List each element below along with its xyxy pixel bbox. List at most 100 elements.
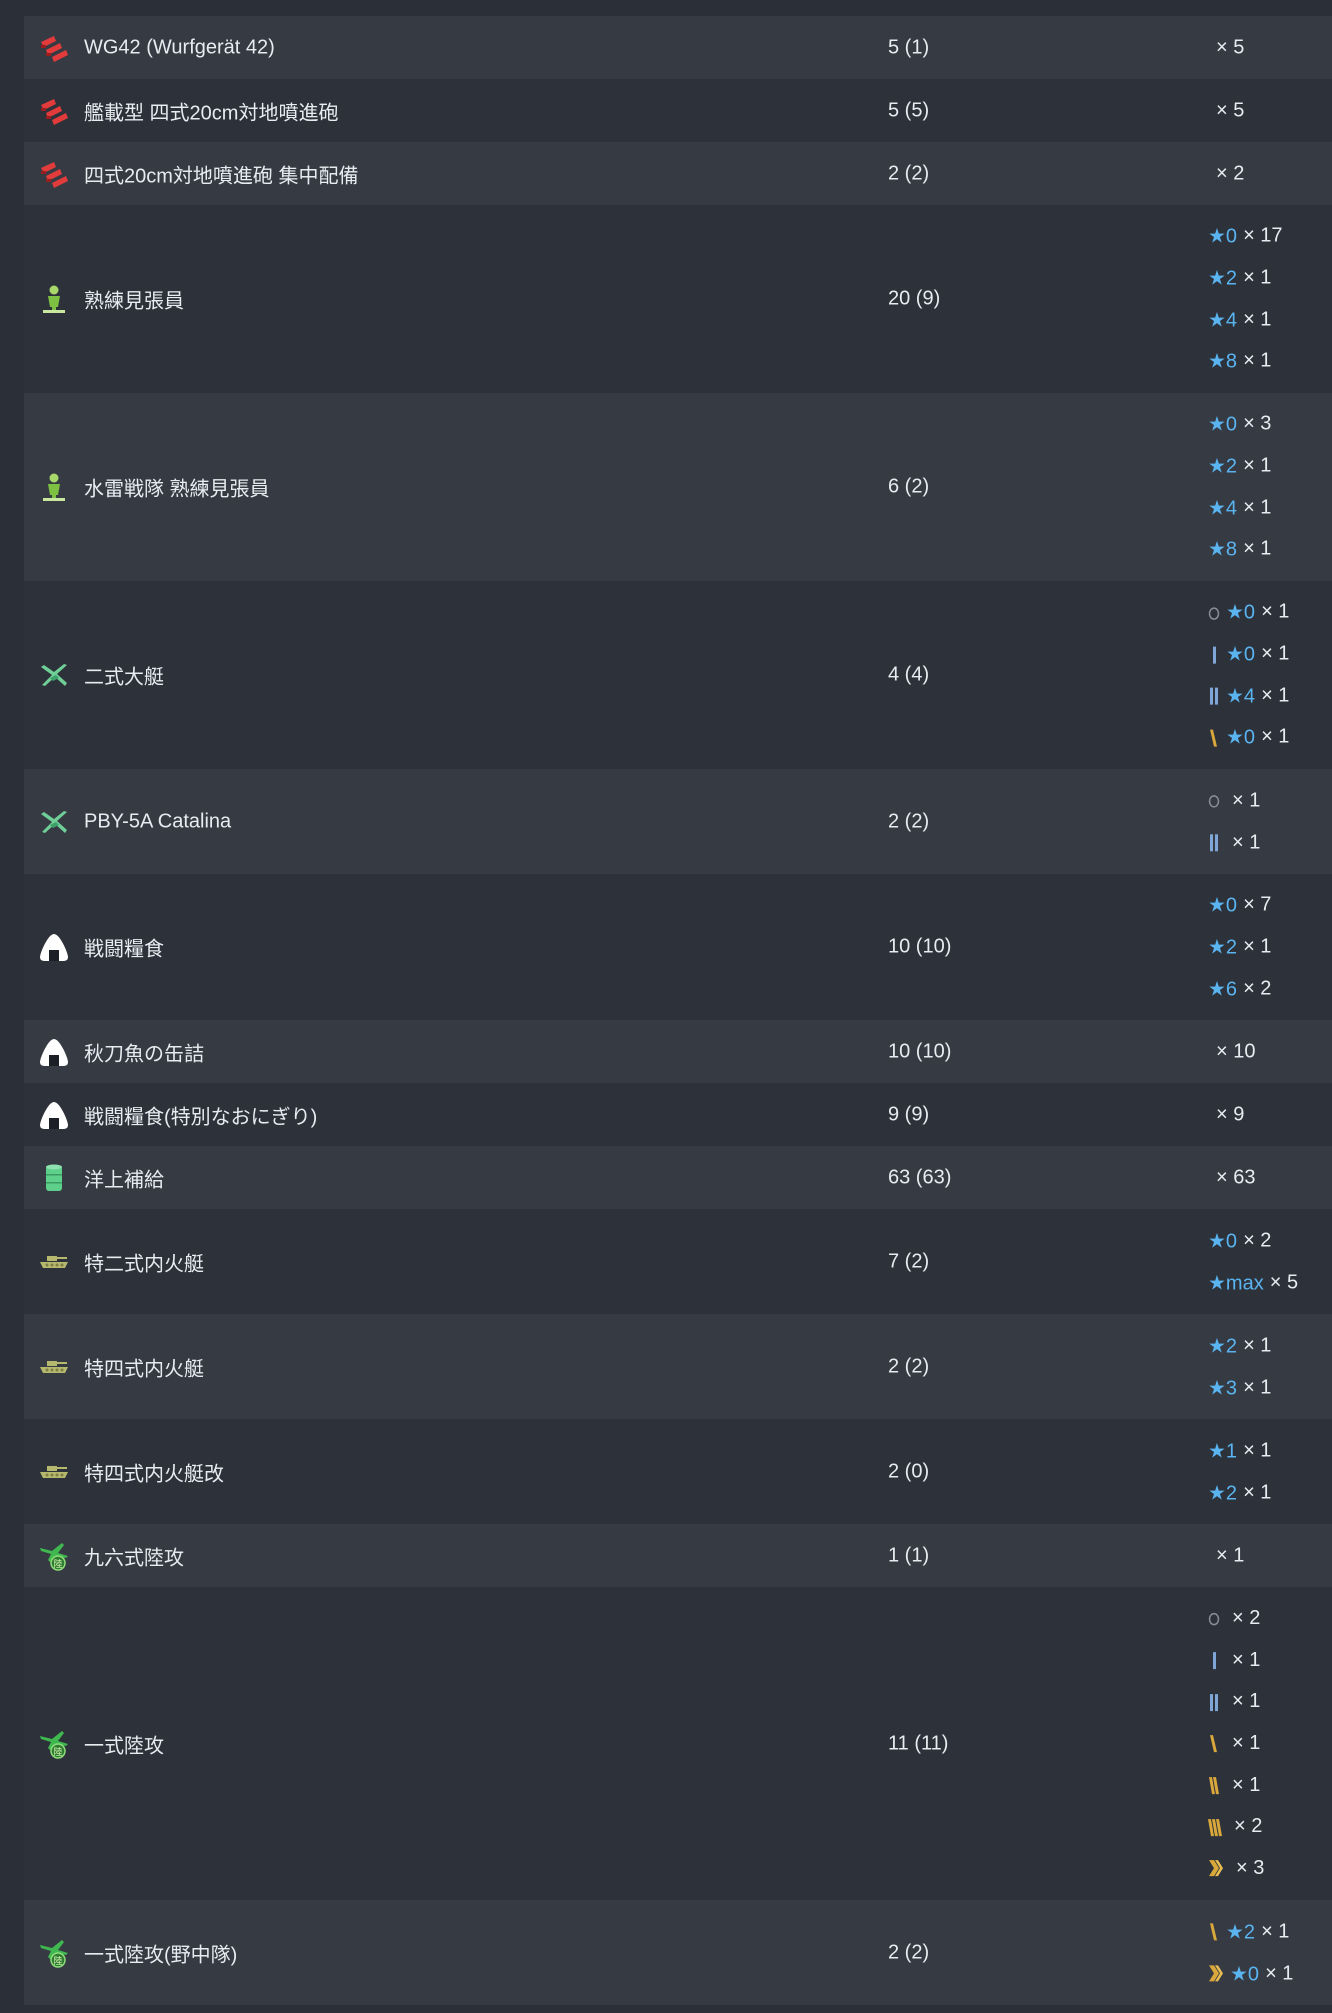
rocket-launcher-icon <box>38 32 70 64</box>
breakdown-line: × 2 <box>1208 1806 1264 1848</box>
table-row: 陸一式陸攻(野中隊) 2 (2) ★2 × 1 ★0 × 1 <box>24 1900 1332 2005</box>
improvement-star-label: ★2 <box>1208 1481 1238 1504</box>
equipment-count: 63 (63) <box>888 1166 952 1188</box>
prof-4-icon <box>1208 1922 1220 1942</box>
ration-icon <box>38 931 70 963</box>
improvement-star-label: ★2 <box>1208 455 1238 478</box>
breakdown-line: ★0 × 1 <box>1208 1953 1293 1995</box>
improvement-breakdown: ★0 × 7 ★2 × 1 ★6 × 2 <box>1208 884 1271 1009</box>
prof-4-icon <box>1208 728 1220 748</box>
equipment-name: 一式陸攻 <box>84 1735 164 1757</box>
rocket-launcher-icon <box>38 95 70 127</box>
quantity-multiplier: × 1 <box>1232 1648 1261 1671</box>
quantity-multiplier: × 1 <box>1243 1439 1272 1462</box>
breakdown-line: ★3 × 1 <box>1208 1367 1271 1409</box>
table-row: 洋上補給 63 (63) × 63 <box>24 1146 1332 1209</box>
prof-0-icon <box>1208 791 1220 811</box>
equipment-name: 戦闘糧食(特別なおにぎり) <box>84 1106 318 1128</box>
improvement-star-label: ★2 <box>1208 936 1238 959</box>
improvement-star-label: ★8 <box>1208 351 1238 374</box>
improvement-star-label: ★0 <box>1226 601 1256 624</box>
equipment-count: 7 (2) <box>888 1250 930 1272</box>
table-row: 陸 一式陸攻 11 (11) × 2 × 1 × 1 × 1 × 1 × 2 × 3 <box>24 1587 1332 1900</box>
breakdown-line: ★4 × 1 <box>1208 487 1271 529</box>
quantity-multiplier: × 2 <box>1243 1229 1272 1252</box>
equipment-name: 洋上補給 <box>84 1169 164 1191</box>
table-row: WG42 (Wurfgerät 42) 5 (1) × 5 <box>24 16 1332 79</box>
table-row: 戦闘糧食(特別なおにぎり) 9 (9) × 9 <box>24 1083 1332 1146</box>
quantity-multiplier: × 1 <box>1265 1961 1294 1984</box>
equipment-name: 二式大艇 <box>84 666 164 689</box>
equipment-count: 4 (4) <box>888 663 930 686</box>
quantity-multiplier: × 1 <box>1243 496 1272 519</box>
equipment-name: PBY-5A Catalina <box>84 810 232 832</box>
quantity-multiplier: × 1 <box>1261 642 1290 665</box>
equipment-count: 2 (0) <box>888 1460 930 1482</box>
quantity-multiplier: × 1 <box>1261 726 1290 749</box>
improvement-star-label: ★0 <box>1208 1230 1238 1253</box>
amphibious-tank-icon <box>38 1246 70 1278</box>
equipment-name: 一式陸攻(野中隊) <box>84 1944 238 1966</box>
svg-text:陸: 陸 <box>53 1746 62 1758</box>
equipment-count: 5 (5) <box>888 99 930 121</box>
breakdown-line: ★2 × 1 <box>1208 1472 1271 1514</box>
breakdown-line: ★0 × 1 <box>1208 717 1289 759</box>
improvement-star-label: ★0 <box>1226 727 1256 750</box>
prof-1-icon <box>1208 1650 1220 1670</box>
quantity-multiplier: × 2 <box>1243 977 1272 1000</box>
table-row: 特四式内火艇改 2 (0) ★1 × 1 ★2 × 1 <box>24 1419 1332 1524</box>
breakdown-line: ★0 × 1 <box>1208 592 1289 634</box>
amphibious-tank-icon <box>38 1456 70 1488</box>
quantity-multiplier: × 2 <box>1234 1815 1263 1838</box>
breakdown-line: ★8 × 1 <box>1208 341 1283 383</box>
prof-2-icon <box>1208 832 1220 852</box>
table-row: 特四式内火艇 2 (2) ★2 × 1 ★3 × 1 <box>24 1314 1332 1419</box>
quantity-multiplier: × 7 <box>1243 893 1272 916</box>
improvement-star-label: ★2 <box>1226 1921 1256 1944</box>
improvement-star-label: ★0 <box>1226 643 1256 666</box>
table-row: 二式大艇 4 (4) ★0 × 1 ★0 × 1 ★4 × 1 ★0 × 1 <box>24 581 1332 769</box>
breakdown-line: ★8 × 1 <box>1208 529 1271 571</box>
quantity-multiplier: × 1 <box>1232 1773 1261 1796</box>
prof-0-icon <box>1208 1608 1220 1628</box>
quantity-multiplier: × 1 <box>1243 454 1272 477</box>
equipment-count: 20 (9) <box>888 287 941 310</box>
equipment-count: 2 (2) <box>888 810 930 832</box>
equipment-name: 特二式内火艇 <box>84 1253 204 1275</box>
prof-2-icon <box>1208 1692 1220 1712</box>
rocket-launcher-icon <box>38 158 70 190</box>
quantity-multiplier: × 1 <box>1232 789 1261 812</box>
prof-6-icon <box>1208 1817 1222 1837</box>
breakdown-line: ★4 × 1 <box>1208 675 1289 717</box>
equipment-table: WG42 (Wurfgerät 42) 5 (1) × 5 艦載型 四式20cm対地噴… <box>24 16 1332 2005</box>
table-row: 陸 九六式陸攻 1 (1) × 1 <box>24 1524 1332 1587</box>
equipment-count: 10 (10) <box>888 1040 952 1062</box>
improvement-star-label: ★1 <box>1208 1440 1238 1463</box>
quantity-multiplier: × 5 <box>1216 99 1245 121</box>
equipment-count: 2 (2) <box>888 1355 930 1377</box>
improvement-breakdown: ★2 × 1 ★3 × 1 <box>1208 1325 1271 1408</box>
prof-0-icon <box>1208 602 1220 622</box>
quantity-multiplier: × 63 <box>1216 1166 1256 1188</box>
equipment-name: 戦闘糧食 <box>84 938 164 961</box>
breakdown-line: ★max × 5 <box>1208 1262 1298 1304</box>
quantity-multiplier: × 2 <box>1216 162 1245 184</box>
improvement-star-label: ★0 <box>1208 413 1238 436</box>
prof-1-icon <box>1208 644 1220 664</box>
equipment-name: WG42 (Wurfgerät 42) <box>84 36 275 58</box>
equipment-count: 2 (2) <box>888 1941 930 1963</box>
svg-text:陸: 陸 <box>53 1558 62 1570</box>
breakdown-line: × 1 <box>1208 1681 1264 1723</box>
prof-2-icon <box>1208 686 1220 706</box>
improvement-star-label: ★4 <box>1226 685 1256 708</box>
breakdown-line: ★0 × 1 <box>1208 633 1289 675</box>
breakdown-line: ★2 × 1 <box>1208 257 1283 299</box>
quantity-multiplier: × 9 <box>1216 1103 1245 1125</box>
breakdown-line: ★6 × 2 <box>1208 968 1271 1010</box>
breakdown-line: × 1 <box>1208 822 1260 864</box>
quantity-multiplier: × 1 <box>1232 830 1261 853</box>
equipment-name: 特四式内火艇改 <box>84 1463 224 1485</box>
improvement-star-label: ★4 <box>1208 497 1238 520</box>
equipment-count: 10 (10) <box>888 935 952 958</box>
quantity-multiplier: × 1 <box>1243 266 1272 289</box>
